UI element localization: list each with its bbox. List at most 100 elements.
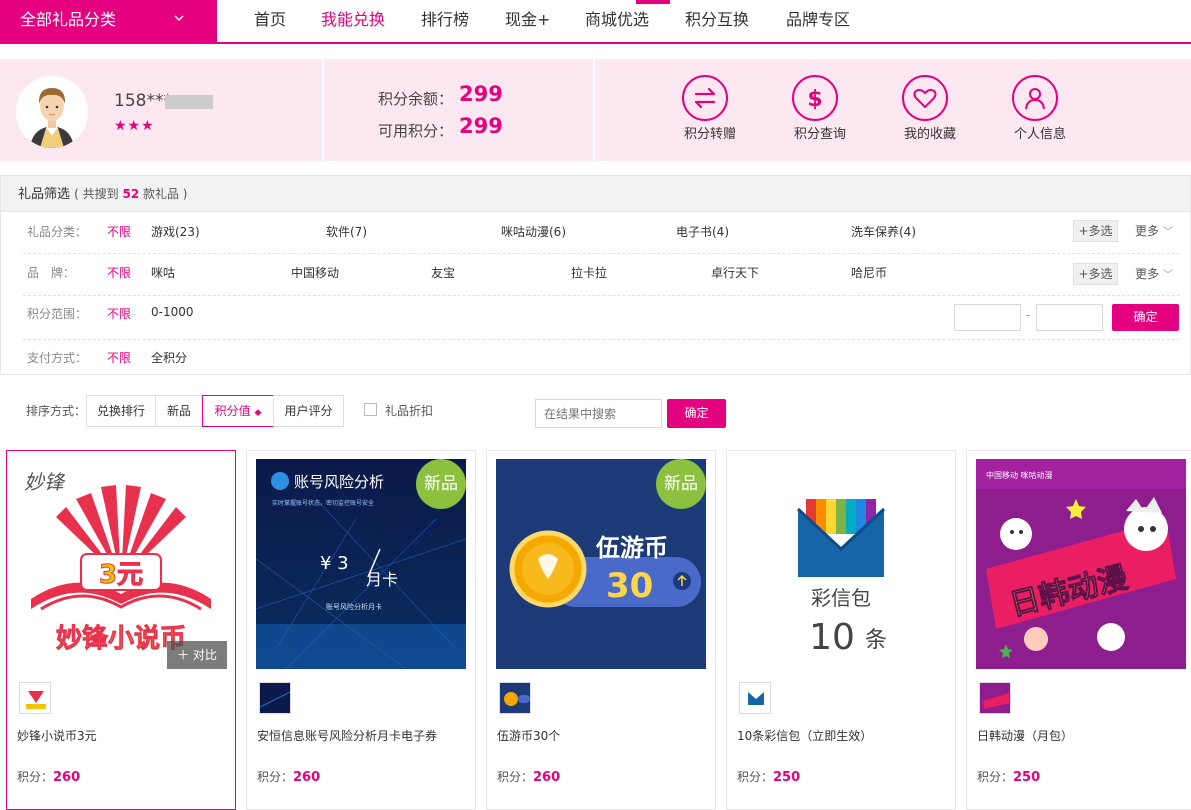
filter-row-category: 礼品分类： 不限 游戏(23) 软件(7) 咪咕动漫(6) 电子书(4) 洗车保… <box>1 212 1190 254</box>
product-thumbnail[interactable] <box>739 682 771 714</box>
product-name[interactable]: 妙锋小说币3元 <box>17 727 227 744</box>
product-card[interactable]: 账号风险分析 实时掌握账号状态，密切监控账号安全 ¥ 3 月卡 账号风险分析月卡… <box>246 450 476 810</box>
user-level-stars: ★★★ <box>114 118 155 134</box>
filter-unlimited[interactable]: 不限 <box>107 349 131 366</box>
product-card[interactable]: 伍游币 30 新品 伍游币30个 积分：260 <box>486 450 716 810</box>
action-query-label: 积分查询 <box>793 127 846 142</box>
product-thumbnail[interactable] <box>979 682 1011 714</box>
sort-by-new[interactable]: 新品 <box>155 395 203 427</box>
product-image-price: ¥ 3 <box>320 553 349 574</box>
filter-unlimited[interactable]: 不限 <box>107 264 131 281</box>
sort-by-points[interactable]: 积分值 ◆ <box>202 395 274 427</box>
filter-header: 礼品筛选 ( 共搜到 52 款礼品 ) <box>1 176 1190 212</box>
chevron-down-icon: ﹀ <box>1163 227 1174 238</box>
nav-points-exchange[interactable]: 积分互换 <box>685 0 749 40</box>
filter-unlimited[interactable]: 不限 <box>107 223 131 240</box>
filter-option[interactable]: 卓行天下 <box>711 264 759 281</box>
filter-row-payment: 支付方式： 不限 全积分 <box>1 340 1190 374</box>
filter-count-suffix: 款礼品 ) <box>139 187 188 201</box>
filter-option[interactable]: 中国移动 <box>291 264 339 281</box>
product-thumbnail[interactable] <box>19 682 51 714</box>
more-button[interactable]: 更多 ﹀ <box>1135 222 1173 239</box>
product-price: 积分：250 <box>737 768 800 785</box>
product-image[interactable]: 账号风险分析 实时掌握账号状态，密切监控账号安全 ¥ 3 月卡 账号风险分析月卡… <box>256 459 466 669</box>
search-in-results-input[interactable] <box>535 399 662 428</box>
all-categories-label: 全部礼品分类 <box>20 10 117 29</box>
filter-option[interactable]: 软件(7) <box>326 223 367 240</box>
range-confirm-button[interactable]: 确定 <box>1112 304 1179 331</box>
sort-by-ranking[interactable]: 兑换排行 <box>86 395 156 427</box>
product-price: 积分：260 <box>497 768 560 785</box>
nav-home[interactable]: 首页 <box>254 0 286 40</box>
top-nav: 全部礼品分类 首页 我能兑换 排行榜 现金+ 商城优选 积分互换 品牌专区 <box>0 0 1191 44</box>
filter-option[interactable]: 咪咕动漫(6) <box>501 223 566 240</box>
product-image-amount: 3元 <box>99 560 143 590</box>
nav-cash-plus[interactable]: 现金+ <box>505 0 550 40</box>
product-card[interactable]: 妙锋 3元 妙锋小说币 ＋ 对比 妙锋小说币3元 积分：260 <box>6 450 236 810</box>
range-max-input[interactable] <box>1036 304 1103 331</box>
price-label: 积分： <box>17 770 54 784</box>
chevron-down-icon: ﹀ <box>1163 270 1174 281</box>
search-confirm-button[interactable]: 确定 <box>667 399 726 428</box>
product-card[interactable]: 中国移动 咪咕动漫 日韩动漫 日韩动漫（月包） 积分：250 <box>966 450 1191 810</box>
avatar[interactable] <box>16 76 88 148</box>
more-label: 更多 <box>1135 224 1160 238</box>
filter-option[interactable]: 哈尼币 <box>851 264 887 281</box>
more-label: 更多 <box>1135 267 1160 281</box>
filter-unlimited[interactable]: 不限 <box>107 305 131 322</box>
filter-option[interactable]: 游戏(23) <box>151 223 200 240</box>
product-image-title: 账号风险分析 <box>294 473 384 491</box>
plus-icon: ＋ <box>177 648 190 662</box>
divider <box>593 59 595 161</box>
price-label: 积分： <box>737 770 774 784</box>
discount-checkbox[interactable] <box>364 403 377 416</box>
filter-option[interactable]: 洗车保养(4) <box>851 223 916 240</box>
product-image[interactable]: 妙锋 3元 妙锋小说币 <box>16 459 226 669</box>
new-badge: 新品 <box>656 459 706 509</box>
product-image[interactable]: 彩信包 10 条 <box>736 459 946 669</box>
filter-label: 品 牌： <box>27 266 76 280</box>
product-name[interactable]: 日韩动漫（月包） <box>977 727 1187 744</box>
multi-select-button[interactable]: +多选 <box>1073 220 1118 242</box>
sort-label: 排序方式： <box>26 404 87 418</box>
product-name[interactable]: 安恒信息账号风险分析月卡电子券 <box>257 727 467 744</box>
available-value: 299 <box>459 114 503 138</box>
more-button[interactable]: 更多 ﹀ <box>1135 265 1173 282</box>
price-value: 250 <box>773 770 801 785</box>
product-card[interactable]: 彩信包 10 条 10条彩信包（立即生效） 积分：250 <box>726 450 956 810</box>
balance-value: 299 <box>459 82 503 106</box>
compare-button[interactable]: ＋ 对比 <box>167 641 227 669</box>
filter-option[interactable]: 拉卡拉 <box>571 264 607 281</box>
multi-select-button[interactable]: +多选 <box>1073 263 1118 285</box>
product-image[interactable]: 中国移动 咪咕动漫 日韩动漫 <box>976 459 1186 669</box>
heart-icon <box>902 75 948 121</box>
nav-can-redeem[interactable]: 我能兑换 <box>321 0 385 40</box>
product-thumbnail[interactable] <box>259 682 291 714</box>
product-thumbnail[interactable] <box>499 682 531 714</box>
nav-ranking[interactable]: 排行榜 <box>421 0 469 40</box>
nav-brand-zone[interactable]: 品牌专区 <box>786 0 850 40</box>
phone-mask <box>165 95 213 109</box>
price-label: 积分： <box>977 770 1014 784</box>
product-image-title: 伍游币 <box>596 534 668 562</box>
filter-label: 积分范围： <box>27 307 88 321</box>
product-image-card: 月卡 <box>366 570 398 589</box>
nav-mall-select[interactable]: 商城优选 <box>585 0 649 40</box>
product-name[interactable]: 10条彩信包（立即生效） <box>737 727 947 744</box>
all-categories-button[interactable]: 全部礼品分类 <box>0 0 217 42</box>
filter-option[interactable]: 全积分 <box>151 349 187 366</box>
sort-arrows-icon: ◆ <box>254 408 262 418</box>
product-price: 积分：250 <box>977 768 1040 785</box>
filter-option[interactable]: 0-1000 <box>151 305 194 319</box>
filter-option[interactable]: 电子书(4) <box>676 223 729 240</box>
range-min-input[interactable] <box>954 304 1021 331</box>
filter-option[interactable]: 咪咕 <box>151 264 175 281</box>
product-image[interactable]: 伍游币 30 新品 <box>496 459 706 669</box>
product-image-title: 彩信包 <box>811 586 871 610</box>
sort-by-rating[interactable]: 用户评分 <box>273 395 344 427</box>
user-phone: 158*** <box>114 91 172 111</box>
filter-option[interactable]: 友宝 <box>431 264 455 281</box>
price-label: 积分： <box>497 770 534 784</box>
product-image-caption: 账号风险分析月卡 <box>326 602 382 611</box>
product-name[interactable]: 伍游币30个 <box>497 727 707 744</box>
